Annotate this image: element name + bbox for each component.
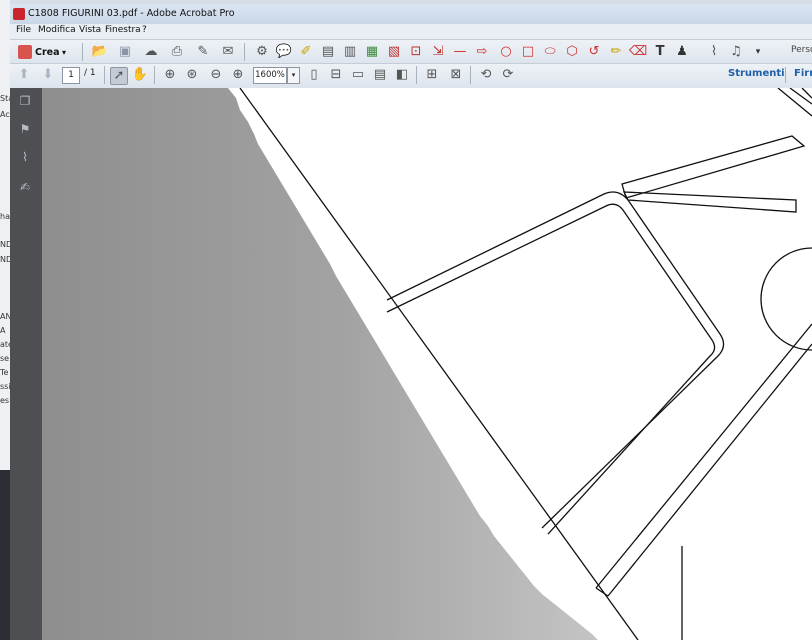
zoom-input[interactable]: 1600% <box>253 67 287 84</box>
rectangle-icon[interactable]: □ <box>520 44 536 60</box>
attach-icon[interactable]: ▥ <box>342 44 358 60</box>
title-bar: C1808 FIGURINI 03.pdf - Adobe Acrobat Pr… <box>10 4 812 24</box>
line-icon[interactable]: — <box>452 44 468 60</box>
textbox-icon[interactable]: ▧ <box>386 44 402 60</box>
open-icon[interactable]: 📂 <box>92 44 108 60</box>
upload-icon[interactable]: ☁ <box>143 44 159 60</box>
select-tool-icon[interactable]: ➚ <box>110 67 128 85</box>
top-right-edge-c <box>789 88 812 105</box>
print-icon[interactable]: ⎙ <box>169 44 185 60</box>
pages-thumbnail-icon[interactable]: ❐ <box>18 94 32 108</box>
connected-lines-icon[interactable]: ↺ <box>586 44 602 60</box>
cloud-icon[interactable]: ⬭ <box>542 44 558 60</box>
crea-button[interactable]: Crea <box>18 43 66 61</box>
menu-modifica[interactable]: Modifica <box>38 25 76 35</box>
bg-fragment: ha <box>0 212 10 221</box>
menu-bar: File Modifica Vista Finestra ? <box>10 24 812 39</box>
pdf-page-drawing <box>42 88 812 640</box>
more-icon[interactable]: ▾ <box>750 44 766 60</box>
clip-icon[interactable]: ⌇ <box>706 44 722 60</box>
bg-fragment: Te <box>0 368 9 377</box>
peg-shape <box>621 135 806 199</box>
dynamic-zoom-icon[interactable]: ⊛ <box>184 67 200 83</box>
personalize-label[interactable]: Perso <box>791 45 812 55</box>
stamp-icon[interactable]: ▤ <box>320 44 336 60</box>
navigation-pane: ❐ ⚑ ⌇ ✍ <box>10 88 42 640</box>
highlight-icon[interactable]: ✐ <box>298 44 314 60</box>
fit-width-icon[interactable]: ▭ <box>350 67 366 83</box>
menu-vista[interactable]: Vista <box>79 25 101 35</box>
gray-fill-area <box>42 88 598 640</box>
separator <box>154 66 155 84</box>
menu-finestra[interactable]: Finestra <box>105 25 141 35</box>
peg-tail <box>622 191 797 213</box>
zoom-in-icon[interactable]: ⊕ <box>230 67 246 83</box>
separator <box>470 66 471 84</box>
navigation-toolbar: ⬆ ⬇ 1 / 1 ➚ ✋ ⊕ ⊛ ⊖ ⊕ 1600% ▾ ▯ ⊟ ▭ ▤ ◧ … <box>10 63 812 89</box>
bg-fragment: A <box>0 326 6 335</box>
create-pdf-icon <box>18 45 32 59</box>
email-icon[interactable]: ✉ <box>220 44 236 60</box>
rotate-ccw-icon[interactable]: ⟲ <box>478 67 494 83</box>
oval-icon[interactable]: ○ <box>498 44 514 60</box>
main-toolbar: Crea 📂 ▣ ☁ ⎙ ✎ ✉ ⚙ 💬 ✐ ▤ ▥ ▦ ▧ ⊡ ⇲ — ⇨ ○… <box>10 39 812 64</box>
acrobat-window: C1808 FIGURINI 03.pdf - Adobe Acrobat Pr… <box>10 0 812 640</box>
settings-icon[interactable]: ⚙ <box>254 44 270 60</box>
bookmarks-icon[interactable]: ⚑ <box>18 122 32 136</box>
polygon-icon[interactable]: ⬡ <box>564 44 580 60</box>
rotate-cw-icon[interactable]: ⟳ <box>500 67 516 83</box>
separator <box>785 67 786 83</box>
bg-fragment: ssi <box>0 382 11 391</box>
strumenti-pane-button[interactable]: Strumenti <box>728 68 785 79</box>
signatures-icon[interactable]: ✍ <box>18 180 32 194</box>
comment-icon[interactable]: 💬 <box>276 44 292 60</box>
sign-icon[interactable]: ▦ <box>364 44 380 60</box>
fit-page-icon[interactable]: ⊟ <box>328 67 344 83</box>
circle-arc <box>760 247 812 351</box>
text-icon[interactable]: T <box>652 44 668 60</box>
menu-file[interactable]: File <box>16 25 31 35</box>
marquee-zoom-icon[interactable]: ⊕ <box>162 67 178 83</box>
next-page-icon[interactable]: ⬇ <box>40 67 56 83</box>
zoom-dropdown-button[interactable]: ▾ <box>287 67 300 84</box>
previous-page-icon[interactable]: ⬆ <box>16 67 32 83</box>
scroll-mode-icon[interactable]: ⊞ <box>424 67 440 83</box>
separator <box>104 66 105 84</box>
bg-fragment: es <box>0 396 10 405</box>
separator <box>244 43 245 61</box>
zoom-out-icon[interactable]: ⊖ <box>208 67 224 83</box>
pencil-icon[interactable]: ✏ <box>608 44 624 60</box>
page-number-input[interactable]: 1 <box>62 67 80 84</box>
bg-fragment: Ac <box>0 110 10 119</box>
window-title: C1808 FIGURINI 03.pdf - Adobe Acrobat Pr… <box>28 8 235 19</box>
firma-pane-button[interactable]: Firm <box>794 68 812 79</box>
strip-edge-b <box>607 343 812 597</box>
strip-edge-a <box>595 323 812 589</box>
reading-mode-icon[interactable]: ◧ <box>394 67 410 83</box>
two-page-icon[interactable]: ⊠ <box>448 67 464 83</box>
background-dark-area <box>0 470 10 640</box>
bg-fragment: se <box>0 354 10 363</box>
edit-icon[interactable]: ✎ <box>195 44 211 60</box>
menu-help[interactable]: ? <box>142 25 147 35</box>
attachments-icon[interactable]: ⌇ <box>18 150 32 164</box>
page-total: / 1 <box>84 68 96 78</box>
pdf-icon <box>13 8 25 20</box>
separator <box>416 66 417 84</box>
eraser-icon[interactable]: ⌫ <box>629 44 647 60</box>
user-stamp-icon[interactable]: ♟ <box>674 44 690 60</box>
audio-icon[interactable]: ♫ <box>728 44 744 60</box>
top-right-edge-b <box>801 88 812 99</box>
save-icon[interactable]: ▣ <box>117 44 133 60</box>
callout-icon[interactable]: ⊡ <box>408 44 424 60</box>
callout-arrow-icon[interactable]: ⇲ <box>430 44 446 60</box>
hand-tool-icon[interactable]: ✋ <box>132 67 148 83</box>
actual-size-icon[interactable]: ▯ <box>306 67 322 83</box>
document-view <box>42 88 812 640</box>
separator <box>82 43 83 61</box>
fit-visible-icon[interactable]: ▤ <box>372 67 388 83</box>
arrow-icon[interactable]: ⇨ <box>474 44 490 60</box>
